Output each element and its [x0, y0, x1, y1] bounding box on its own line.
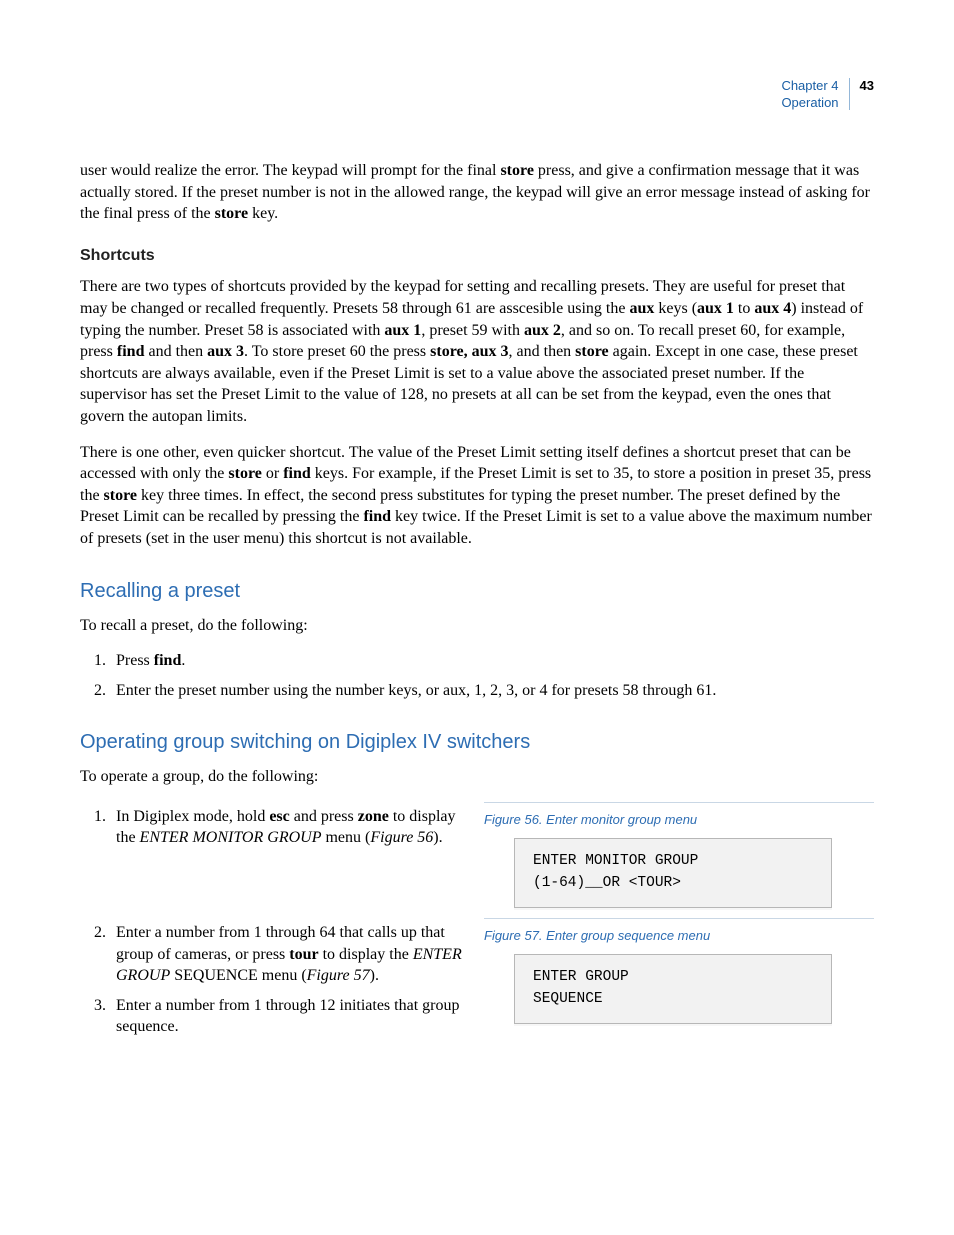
- page: Chapter 4 Operation 43 user would realiz…: [0, 0, 954, 1235]
- group-row-2: Enter a number from 1 through 64 that ca…: [80, 918, 874, 1052]
- header-divider: [849, 78, 850, 110]
- recall-step: Press find.: [110, 650, 874, 672]
- shortcuts-p1: There are two types of shortcuts provide…: [80, 276, 874, 427]
- shortcuts-p2: There is one other, even quicker shortcu…: [80, 442, 874, 550]
- header-labels: Chapter 4 Operation: [781, 78, 838, 112]
- recalling-heading: Recalling a preset: [80, 578, 874, 605]
- section-label: Operation: [781, 95, 838, 112]
- recall-step: Enter the preset number using the number…: [110, 680, 874, 702]
- group-step: Enter a number from 1 through 12 initiat…: [110, 995, 464, 1038]
- group-row-2-left: Enter a number from 1 through 64 that ca…: [80, 918, 464, 1052]
- figure-56: Figure 56. Enter monitor group menu ENTE…: [484, 802, 874, 908]
- figure-56-lcd: ENTER MONITOR GROUP (1-64)__OR <TOUR>: [514, 838, 832, 908]
- group-heading: Operating group switching on Digiplex IV…: [80, 729, 874, 756]
- group-step: Enter a number from 1 through 64 that ca…: [110, 922, 464, 987]
- group-step: In Digiplex mode, hold esc and press zon…: [110, 806, 464, 849]
- group-steps-2: Enter a number from 1 through 64 that ca…: [110, 922, 464, 1038]
- recall-intro: To recall a preset, do the following:: [80, 615, 874, 637]
- page-content: user would realize the error. The keypad…: [80, 160, 874, 1052]
- page-header: Chapter 4 Operation 43: [781, 78, 874, 112]
- page-number: 43: [860, 78, 874, 93]
- chapter-label: Chapter 4: [781, 78, 838, 95]
- group-intro: To operate a group, do the following:: [80, 766, 874, 788]
- shortcuts-heading: Shortcuts: [80, 245, 874, 267]
- group-steps-1: In Digiplex mode, hold esc and press zon…: [110, 806, 464, 849]
- figure-57: Figure 57. Enter group sequence menu ENT…: [484, 918, 874, 1024]
- group-row-1: In Digiplex mode, hold esc and press zon…: [80, 802, 874, 908]
- figure-56-caption: Figure 56. Enter monitor group menu: [484, 811, 874, 829]
- group-row-1-left: In Digiplex mode, hold esc and press zon…: [80, 802, 464, 863]
- figure-57-caption: Figure 57. Enter group sequence menu: [484, 927, 874, 945]
- intro-paragraph: user would realize the error. The keypad…: [80, 160, 874, 225]
- figure-57-lcd: ENTER GROUP SEQUENCE: [514, 954, 832, 1024]
- recall-steps: Press find. Enter the preset number usin…: [110, 650, 874, 701]
